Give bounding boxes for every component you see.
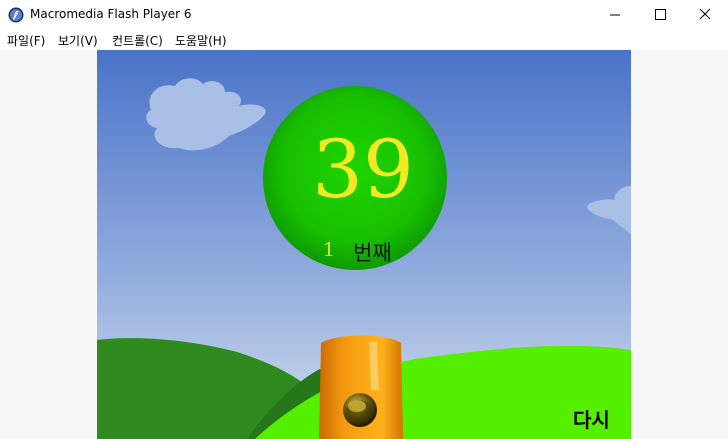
flash-stage[interactable]: 39 1 번째 다시 [97,50,631,439]
menu-help[interactable]: 도움말(H) [175,32,227,49]
minimize-icon [610,14,620,16]
flash-player-icon [8,7,24,23]
menu-view[interactable]: 보기(V) [58,32,98,49]
title-bar[interactable]: Macromedia Flash Player 6 [0,0,728,30]
maximize-icon [655,9,666,20]
retry-button[interactable]: 다시 [573,404,610,433]
menu-bar: 파일(F) 보기(V) 컨트롤(C) 도움말(H) [0,30,728,50]
player-background-left [0,50,97,439]
cannon [319,335,403,439]
attempt-count: 1 [323,239,336,261]
window-title: Macromedia Flash Player 6 [30,7,192,21]
target-number: 39 [312,123,414,216]
menu-control[interactable]: 컨트롤(C) [112,32,163,49]
menu-file[interactable]: 파일(F) [7,32,45,49]
minimize-button[interactable] [592,0,638,30]
player-background-right [631,50,728,439]
close-button[interactable] [682,0,728,30]
close-icon [699,8,711,20]
maximize-button[interactable] [638,0,684,30]
attempt-label: 번째 [353,241,392,265]
